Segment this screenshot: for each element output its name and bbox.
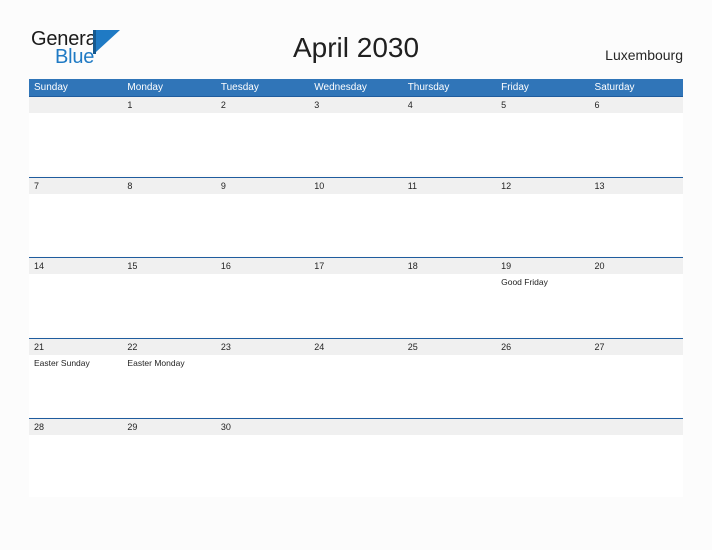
weekday-header-friday: Friday xyxy=(501,82,529,93)
week-daynumber-band: 1 2 3 4 5 6 xyxy=(29,97,683,113)
day-number[interactable]: 8 xyxy=(122,178,215,194)
day-number[interactable] xyxy=(29,97,122,113)
day-event xyxy=(403,274,496,336)
day-number[interactable]: 28 xyxy=(29,419,122,435)
day-event xyxy=(403,194,496,256)
day-number[interactable]: 25 xyxy=(403,339,496,355)
week-event-band: Good Friday xyxy=(29,274,683,336)
day-event xyxy=(496,194,589,256)
weekday-header-row: Sunday Monday Tuesday Wednesday Thursday… xyxy=(29,79,683,96)
day-event xyxy=(29,274,122,336)
day-number[interactable]: 4 xyxy=(403,97,496,113)
day-number[interactable]: 10 xyxy=(309,178,402,194)
day-event xyxy=(496,355,589,417)
day-number[interactable]: 21 xyxy=(29,339,122,355)
day-event xyxy=(216,113,309,175)
day-number[interactable]: 17 xyxy=(309,258,402,274)
day-number[interactable]: 13 xyxy=(590,178,683,194)
day-number[interactable]: 6 xyxy=(590,97,683,113)
calendar-week-row: 1 2 3 4 5 6 xyxy=(29,96,683,177)
day-number[interactable]: 11 xyxy=(403,178,496,194)
day-number[interactable]: 9 xyxy=(216,178,309,194)
calendar-grid: Sunday Monday Tuesday Wednesday Thursday… xyxy=(29,79,683,499)
day-number[interactable]: 2 xyxy=(216,97,309,113)
day-event xyxy=(590,194,683,256)
day-event xyxy=(309,435,402,497)
weekday-header-tuesday: Tuesday xyxy=(220,82,259,93)
day-number[interactable]: 1 xyxy=(122,97,215,113)
day-event xyxy=(590,274,683,336)
day-number[interactable]: 5 xyxy=(496,97,589,113)
weekday-header-thursday: Thursday xyxy=(407,82,450,93)
day-number[interactable]: 20 xyxy=(590,258,683,274)
region-label: Luxembourg xyxy=(605,47,683,63)
day-event xyxy=(590,355,683,417)
week-daynumber-band: 21 22 23 24 25 26 27 xyxy=(29,338,683,355)
day-event xyxy=(29,113,122,175)
page-header: General Blue April 2030 Luxembourg xyxy=(0,0,712,78)
day-number[interactable]: 29 xyxy=(122,419,215,435)
calendar-week-row: 21 22 23 24 25 26 27 Easter Sunday Easte… xyxy=(29,337,683,419)
day-number[interactable]: 27 xyxy=(590,339,683,355)
day-event xyxy=(403,113,496,175)
day-number[interactable]: 14 xyxy=(29,258,122,274)
day-number[interactable]: 15 xyxy=(122,258,215,274)
day-number[interactable]: 23 xyxy=(216,339,309,355)
day-number[interactable]: 12 xyxy=(496,178,589,194)
day-event: Easter Monday xyxy=(127,357,185,368)
day-number[interactable] xyxy=(403,419,496,435)
week-daynumber-band: 28 29 30 xyxy=(29,419,683,435)
day-event xyxy=(29,435,122,497)
day-event xyxy=(216,355,309,417)
day-event xyxy=(122,274,215,336)
day-number[interactable]: 22 xyxy=(122,339,215,355)
week-event-band xyxy=(29,435,683,497)
day-event xyxy=(403,435,496,497)
weekday-header-wednesday: Wednesday xyxy=(314,82,367,93)
weekday-header-monday: Monday xyxy=(127,82,163,93)
day-number[interactable]: 16 xyxy=(216,258,309,274)
day-event xyxy=(590,435,683,497)
day-number[interactable] xyxy=(309,419,402,435)
day-event xyxy=(216,274,309,336)
day-number[interactable] xyxy=(496,419,589,435)
week-event-band xyxy=(29,193,683,256)
day-event xyxy=(309,274,402,336)
calendar-week-row: 28 29 30 xyxy=(29,418,683,499)
calendar-week-row: 7 8 9 10 11 12 13 xyxy=(29,176,683,258)
weekday-header-sunday: Sunday xyxy=(34,82,68,93)
day-number[interactable]: 18 xyxy=(403,258,496,274)
day-event xyxy=(216,435,309,497)
day-number[interactable] xyxy=(590,419,683,435)
week-daynumber-band: 14 15 16 17 18 19 20 xyxy=(29,258,683,274)
day-event xyxy=(122,113,215,175)
day-number[interactable]: 26 xyxy=(496,339,589,355)
day-event: Easter Sunday xyxy=(34,357,90,368)
day-event xyxy=(403,355,496,417)
day-event xyxy=(216,194,309,256)
day-event xyxy=(309,355,402,417)
calendar-week-row: 14 15 16 17 18 19 20 Good Friday xyxy=(29,257,683,338)
day-number[interactable]: 7 xyxy=(29,178,122,194)
day-event xyxy=(496,435,589,497)
day-event xyxy=(496,113,589,175)
day-event xyxy=(122,435,215,497)
week-event-band xyxy=(29,113,683,175)
day-number[interactable]: 3 xyxy=(309,97,402,113)
week-daynumber-band: 7 8 9 10 11 12 13 xyxy=(29,177,683,194)
day-event xyxy=(309,113,402,175)
day-event xyxy=(122,194,215,256)
day-number[interactable]: 30 xyxy=(216,419,309,435)
day-event xyxy=(309,194,402,256)
day-number[interactable]: 24 xyxy=(309,339,402,355)
day-number[interactable]: 19 xyxy=(496,258,589,274)
weekday-header-saturday: Saturday xyxy=(594,82,635,93)
day-event: Good Friday xyxy=(501,277,548,287)
week-event-band: Easter Sunday Easter Monday xyxy=(29,354,683,417)
day-event xyxy=(590,113,683,175)
day-event xyxy=(29,194,122,256)
